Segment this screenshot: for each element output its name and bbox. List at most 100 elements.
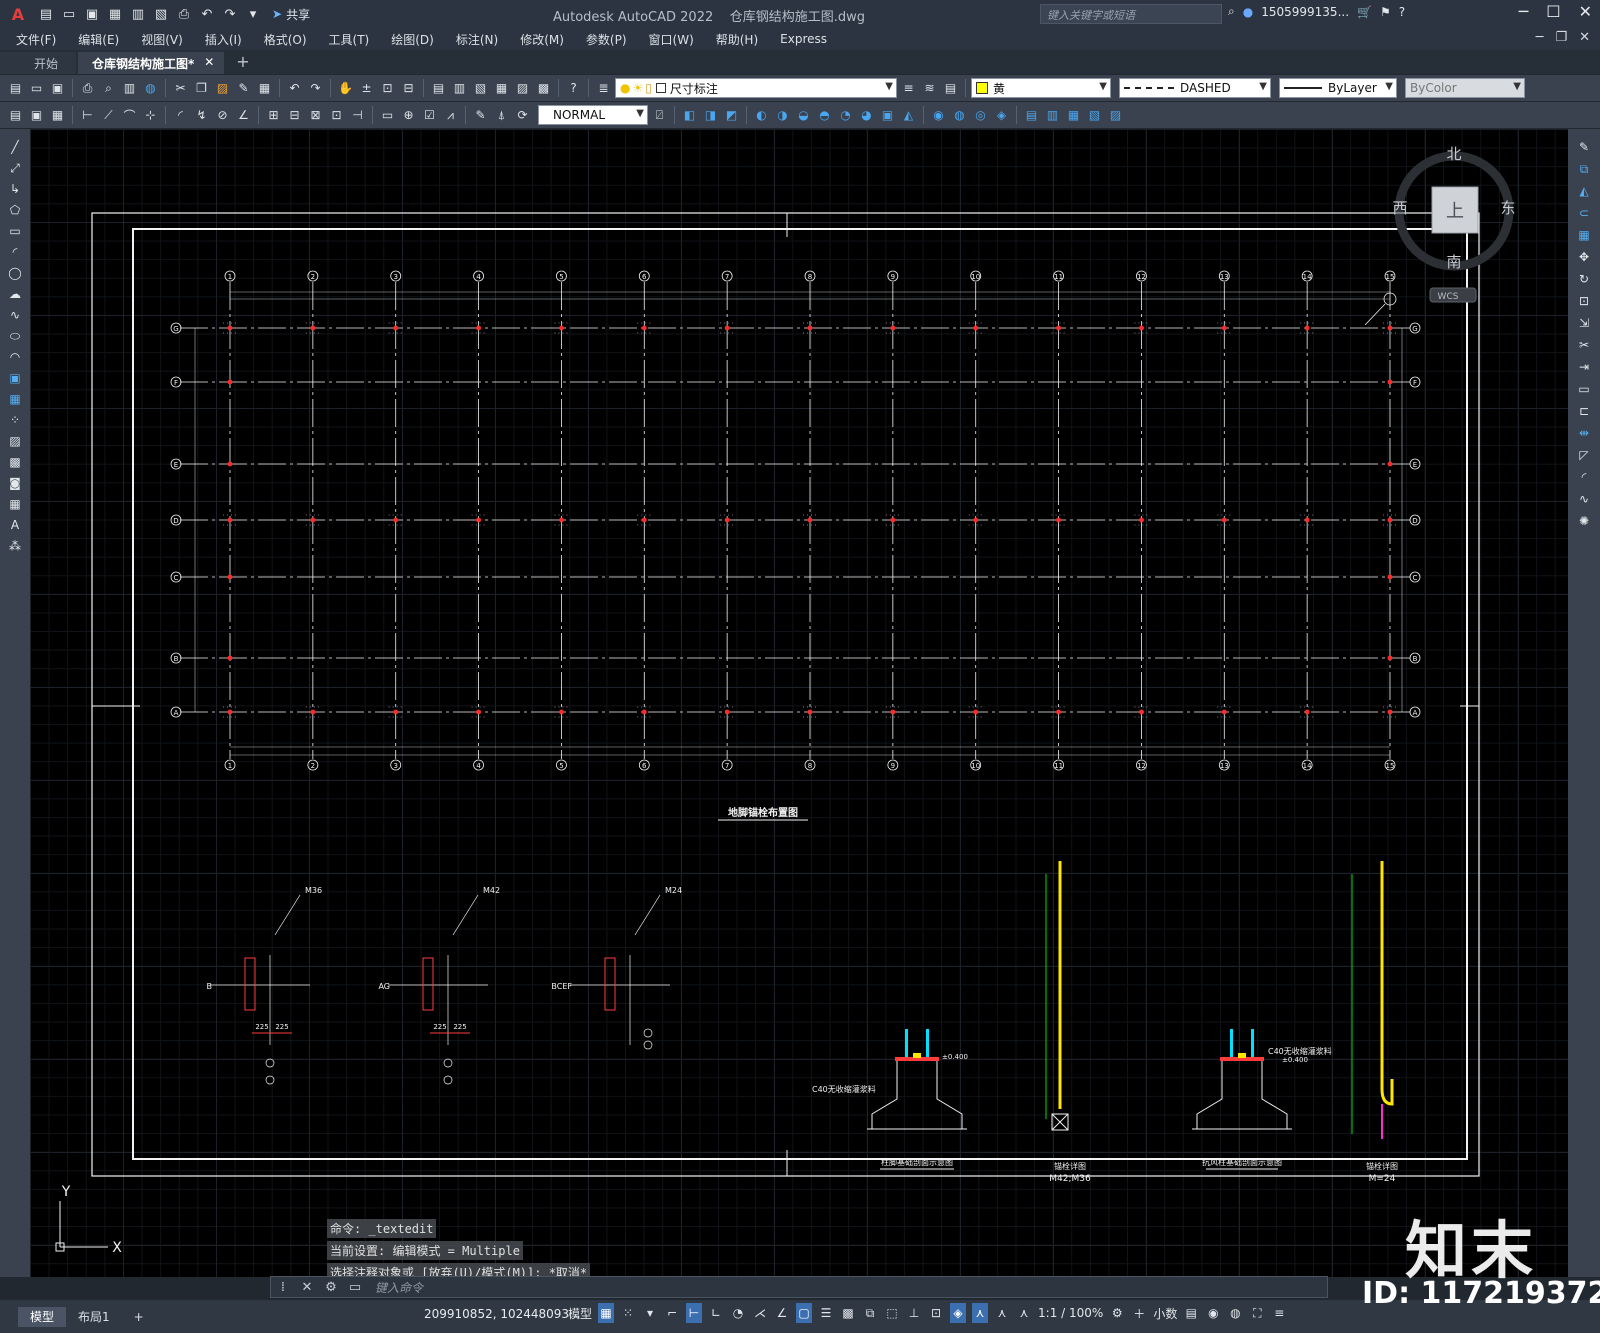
- jogged-linear-icon[interactable]: ⩘: [441, 106, 460, 125]
- undo-icon[interactable]: ↶: [285, 79, 304, 98]
- arc-length-icon[interactable]: ⌒: [120, 106, 139, 125]
- lineweight-icon[interactable]: ☰: [818, 1303, 834, 1323]
- transparency-icon[interactable]: ▩: [840, 1303, 856, 1323]
- object-snap-icon[interactable]: ▢: [796, 1303, 813, 1323]
- fly-icon[interactable]: ◔: [836, 106, 855, 125]
- blend-curves-icon[interactable]: ∿: [1574, 489, 1594, 509]
- extend-icon[interactable]: ⇥: [1574, 357, 1594, 377]
- make-block-icon[interactable]: ▦: [5, 389, 25, 409]
- solid-box-icon[interactable]: ▣: [878, 106, 897, 125]
- menu-item-11[interactable]: 帮助(H): [716, 31, 758, 48]
- publish-icon[interactable]: ▧: [151, 5, 171, 23]
- chevron-down-icon[interactable]: ▾: [642, 1303, 658, 1323]
- plot-icon[interactable]: ⎙: [78, 79, 97, 98]
- design-center-icon[interactable]: ▥: [450, 79, 469, 98]
- revision-cloud-icon[interactable]: ☁: [5, 284, 25, 304]
- line-icon[interactable]: ╱: [5, 137, 25, 157]
- annotation-monitor-icon[interactable]: ＋: [1131, 1303, 1147, 1323]
- selection-filter-icon[interactable]: ⊡: [928, 1303, 944, 1323]
- annotation-scale-icon[interactable]: ⋏: [1016, 1303, 1032, 1323]
- layer-state-icon[interactable]: ▤: [941, 79, 960, 98]
- plot-icon[interactable]: ▥: [128, 5, 148, 23]
- surface-icon[interactable]: ▥: [1043, 106, 1062, 125]
- user-icon[interactable]: ●: [1243, 5, 1253, 19]
- dynamic-input-icon[interactable]: ⊢: [686, 1303, 703, 1323]
- render-icon[interactable]: ◉: [929, 106, 948, 125]
- arc-icon[interactable]: ◜: [5, 242, 25, 262]
- linetype-dropdown[interactable]: DASHED ▼: [1119, 78, 1271, 98]
- save-icon[interactable]: ▣: [48, 79, 67, 98]
- cart-icon[interactable]: 🛒: [1357, 5, 1372, 19]
- zoom-realtime-icon[interactable]: ±: [357, 79, 376, 98]
- help-icon[interactable]: ?: [1399, 5, 1405, 19]
- tolerance-icon[interactable]: ▭: [378, 106, 397, 125]
- coordinate-readout[interactable]: 209910852, 102448093...: [424, 1307, 581, 1321]
- move-icon[interactable]: ✥: [1574, 247, 1594, 267]
- auto-scale-icon[interactable]: ⋏: [994, 1303, 1010, 1323]
- break-at-point-icon[interactable]: ▭: [1574, 379, 1594, 399]
- trim-icon[interactable]: ✂: [1574, 335, 1594, 355]
- customize-dropdown-icon[interactable]: ▾: [243, 5, 263, 23]
- color-dropdown[interactable]: 黄 ▼: [971, 78, 1111, 98]
- rectangle-icon[interactable]: ▭: [5, 221, 25, 241]
- sweep-icon[interactable]: ▨: [1106, 106, 1125, 125]
- markup-icon[interactable]: ▨: [513, 79, 532, 98]
- add-layout-button[interactable]: +: [122, 1307, 156, 1327]
- join-icon[interactable]: ⇹: [1574, 423, 1594, 443]
- dim-style-manager-icon[interactable]: ⍁: [650, 106, 669, 125]
- center-mark-icon[interactable]: ⊕: [399, 106, 418, 125]
- save-icon[interactable]: ▣: [82, 5, 102, 23]
- radius-dim-icon[interactable]: ◜: [171, 106, 190, 125]
- 3d-zoom-icon[interactable]: ◒: [794, 106, 813, 125]
- erase-icon[interactable]: ✎: [1574, 137, 1594, 157]
- redo-icon[interactable]: ↷: [306, 79, 325, 98]
- selection-cycling-icon[interactable]: ⧉: [862, 1303, 878, 1323]
- publish-icon[interactable]: ▥: [120, 79, 139, 98]
- scale-icon[interactable]: ⊡: [1574, 291, 1594, 311]
- match-properties-icon[interactable]: ✎: [234, 79, 253, 98]
- isodraft-icon[interactable]: ⋌: [752, 1303, 768, 1323]
- model-space-button[interactable]: 模型: [568, 1303, 592, 1323]
- new-tab-button[interactable]: +: [226, 52, 259, 74]
- zoom-window-icon[interactable]: ⊡: [378, 79, 397, 98]
- inspection-icon[interactable]: ☑: [420, 106, 439, 125]
- materials-icon[interactable]: ◍: [950, 106, 969, 125]
- close-command-icon[interactable]: ✕: [295, 1280, 319, 1295]
- stretch-icon[interactable]: ⇲: [1574, 313, 1594, 333]
- array-icon[interactable]: ▦: [1574, 225, 1594, 245]
- dim-break-icon[interactable]: ⊣: [348, 106, 367, 125]
- new-file-icon[interactable]: ▤: [36, 5, 56, 23]
- snap-icon[interactable]: ⁙: [620, 1303, 636, 1323]
- add-selected-icon[interactable]: ⁂: [5, 536, 25, 556]
- undo-icon[interactable]: ↶: [197, 5, 217, 23]
- chamfer-icon[interactable]: ◸: [1574, 445, 1594, 465]
- fillet-icon[interactable]: ◜: [1574, 467, 1594, 487]
- sheet-set-icon[interactable]: ▦: [492, 79, 511, 98]
- menu-item-0[interactable]: 文件(F): [16, 31, 56, 48]
- qnew-icon[interactable]: ▤: [6, 106, 25, 125]
- workspace-gear-icon[interactable]: ⚙: [1109, 1303, 1125, 1323]
- ellipse-arc-icon[interactable]: ◠: [5, 347, 25, 367]
- properties-icon[interactable]: ▤: [429, 79, 448, 98]
- layer-dropdown[interactable]: ● ☀ ▯ 尺寸标注 ▼: [615, 78, 897, 98]
- command-line[interactable]: ⁞ ✕ ⚙ ▭ 键入命令: [270, 1276, 1328, 1298]
- search-input[interactable]: 键入关键字或短语: [1040, 4, 1222, 24]
- autocad-logo-icon[interactable]: A: [0, 0, 36, 28]
- block-editor-icon[interactable]: ▦: [255, 79, 274, 98]
- tab-layout1[interactable]: 布局1: [66, 1307, 122, 1327]
- point-icon[interactable]: ⁘: [5, 410, 25, 430]
- annotation-visibility-icon[interactable]: ⋏: [972, 1303, 989, 1323]
- menu-item-6[interactable]: 绘图(D): [391, 31, 434, 48]
- customization-icon[interactable]: ≡: [1271, 1303, 1287, 1323]
- infer-constraints-icon[interactable]: ⌐: [664, 1303, 680, 1323]
- minimize-icon[interactable]: ─: [1519, 2, 1529, 21]
- break-icon[interactable]: ⊏: [1574, 401, 1594, 421]
- view-front-icon[interactable]: ◧: [680, 106, 699, 125]
- maximize-icon[interactable]: ☐: [1546, 2, 1560, 21]
- copy-object-icon[interactable]: ⧉: [1574, 159, 1594, 179]
- 3d-osnap-icon[interactable]: ⬚: [884, 1303, 900, 1323]
- gradient-icon[interactable]: ▩: [5, 452, 25, 472]
- lineweight-dropdown[interactable]: ByLayer ▼: [1279, 78, 1397, 98]
- revolve-icon[interactable]: ▧: [1085, 106, 1104, 125]
- polar-tracking-icon[interactable]: ◔: [730, 1303, 746, 1323]
